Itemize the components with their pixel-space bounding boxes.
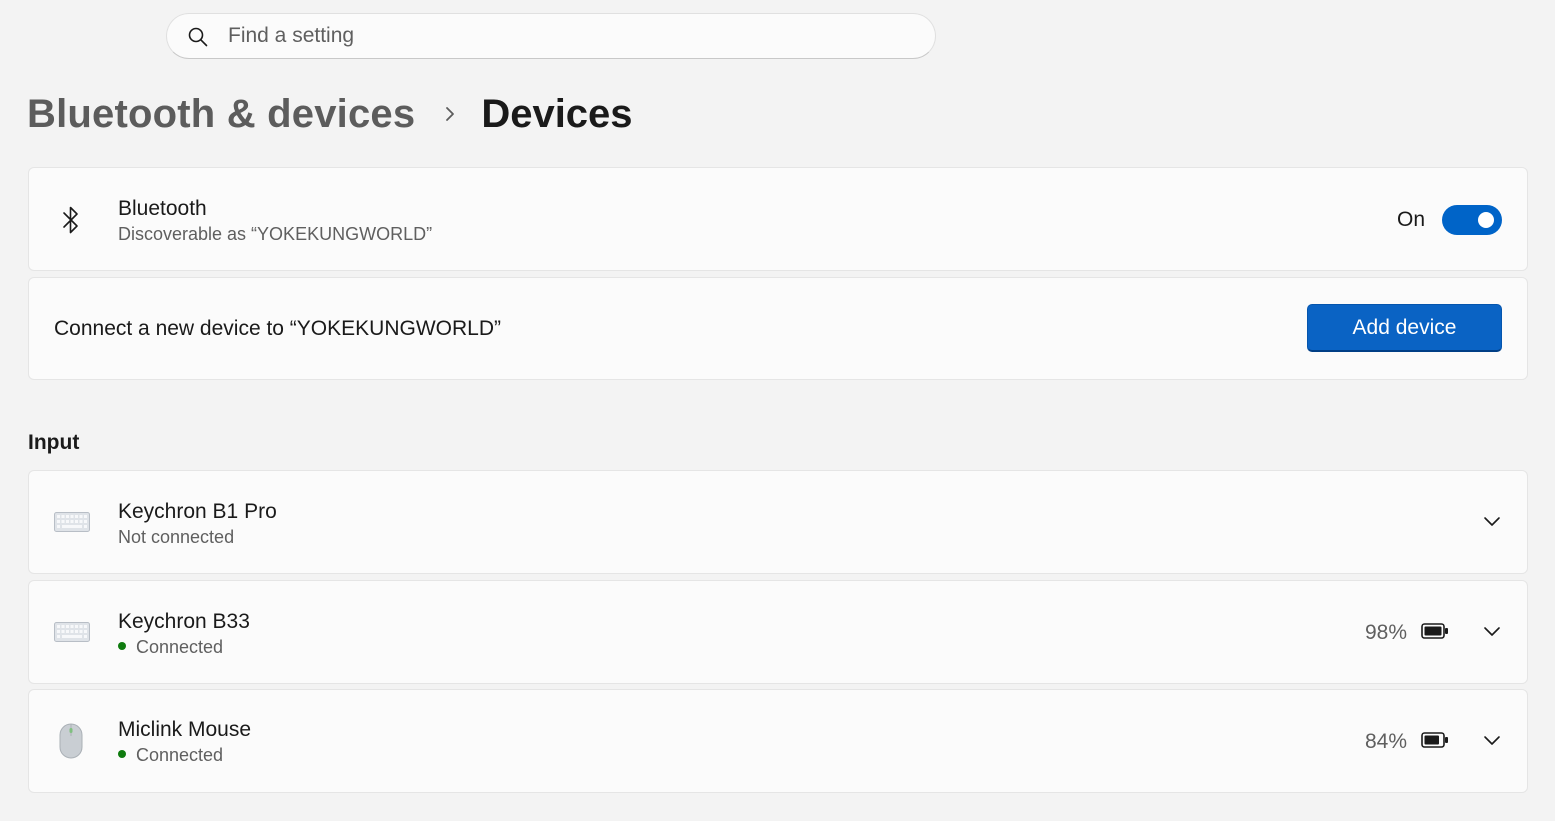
device-name: Keychron B1 Pro [118, 500, 277, 523]
input-section-title: Input [28, 431, 80, 454]
device-row-miclink-mouse[interactable]: Miclink Mouse Connected 84% [28, 689, 1528, 793]
search-input[interactable]: Find a setting [228, 24, 354, 48]
search-icon [188, 27, 208, 47]
bluetooth-icon [63, 206, 78, 234]
connected-status-dot [118, 750, 126, 759]
battery-icon [1421, 623, 1448, 639]
connect-new-device-text: Connect a new device to “YOKEKUNGWORLD” [54, 317, 501, 340]
breadcrumb: Bluetooth & devices Devices [27, 86, 633, 142]
battery-icon [1421, 732, 1448, 748]
battery-percentage: 84% [1364, 730, 1407, 753]
mouse-icon [59, 723, 83, 759]
device-name: Miclink Mouse [118, 718, 252, 741]
device-status: Connected [136, 745, 224, 765]
device-status: Not connected [118, 527, 235, 547]
chevron-right-icon [446, 107, 455, 121]
bluetooth-toggle-label: On [1396, 208, 1425, 231]
connected-status-dot [118, 642, 126, 651]
add-device-card: Connect a new device to “YOKEKUNGWORLD” … [28, 277, 1528, 380]
keyboard-icon [54, 622, 90, 642]
battery-percentage: 98% [1364, 621, 1407, 644]
device-status: Connected [136, 637, 224, 657]
breadcrumb-parent-link[interactable]: Bluetooth & devices [27, 92, 415, 137]
device-row-keychron-b1-pro[interactable]: Keychron B1 Pro Not connected [28, 470, 1528, 574]
add-device-button[interactable]: Add device [1307, 304, 1502, 352]
chevron-down-icon[interactable] [1483, 734, 1501, 746]
chevron-down-icon[interactable] [1483, 515, 1501, 527]
page-title: Devices [481, 91, 633, 136]
bluetooth-card: Bluetooth Discoverable as “YOKEKUNGWORLD… [28, 167, 1528, 271]
bluetooth-toggle[interactable] [1442, 205, 1502, 235]
device-status-line: Connected [118, 637, 223, 658]
search-box[interactable]: Find a setting [166, 13, 936, 59]
toggle-knob [1478, 212, 1494, 228]
device-name: Keychron B33 [118, 610, 250, 633]
chevron-down-icon[interactable] [1483, 625, 1501, 637]
bluetooth-title: Bluetooth [118, 197, 207, 220]
device-status-line: Connected [118, 745, 223, 766]
bluetooth-subtitle: Discoverable as “YOKEKUNGWORLD” [118, 224, 433, 244]
keyboard-icon [54, 512, 90, 532]
device-row-keychron-b33[interactable]: Keychron B33 Connected 98% [28, 580, 1528, 684]
